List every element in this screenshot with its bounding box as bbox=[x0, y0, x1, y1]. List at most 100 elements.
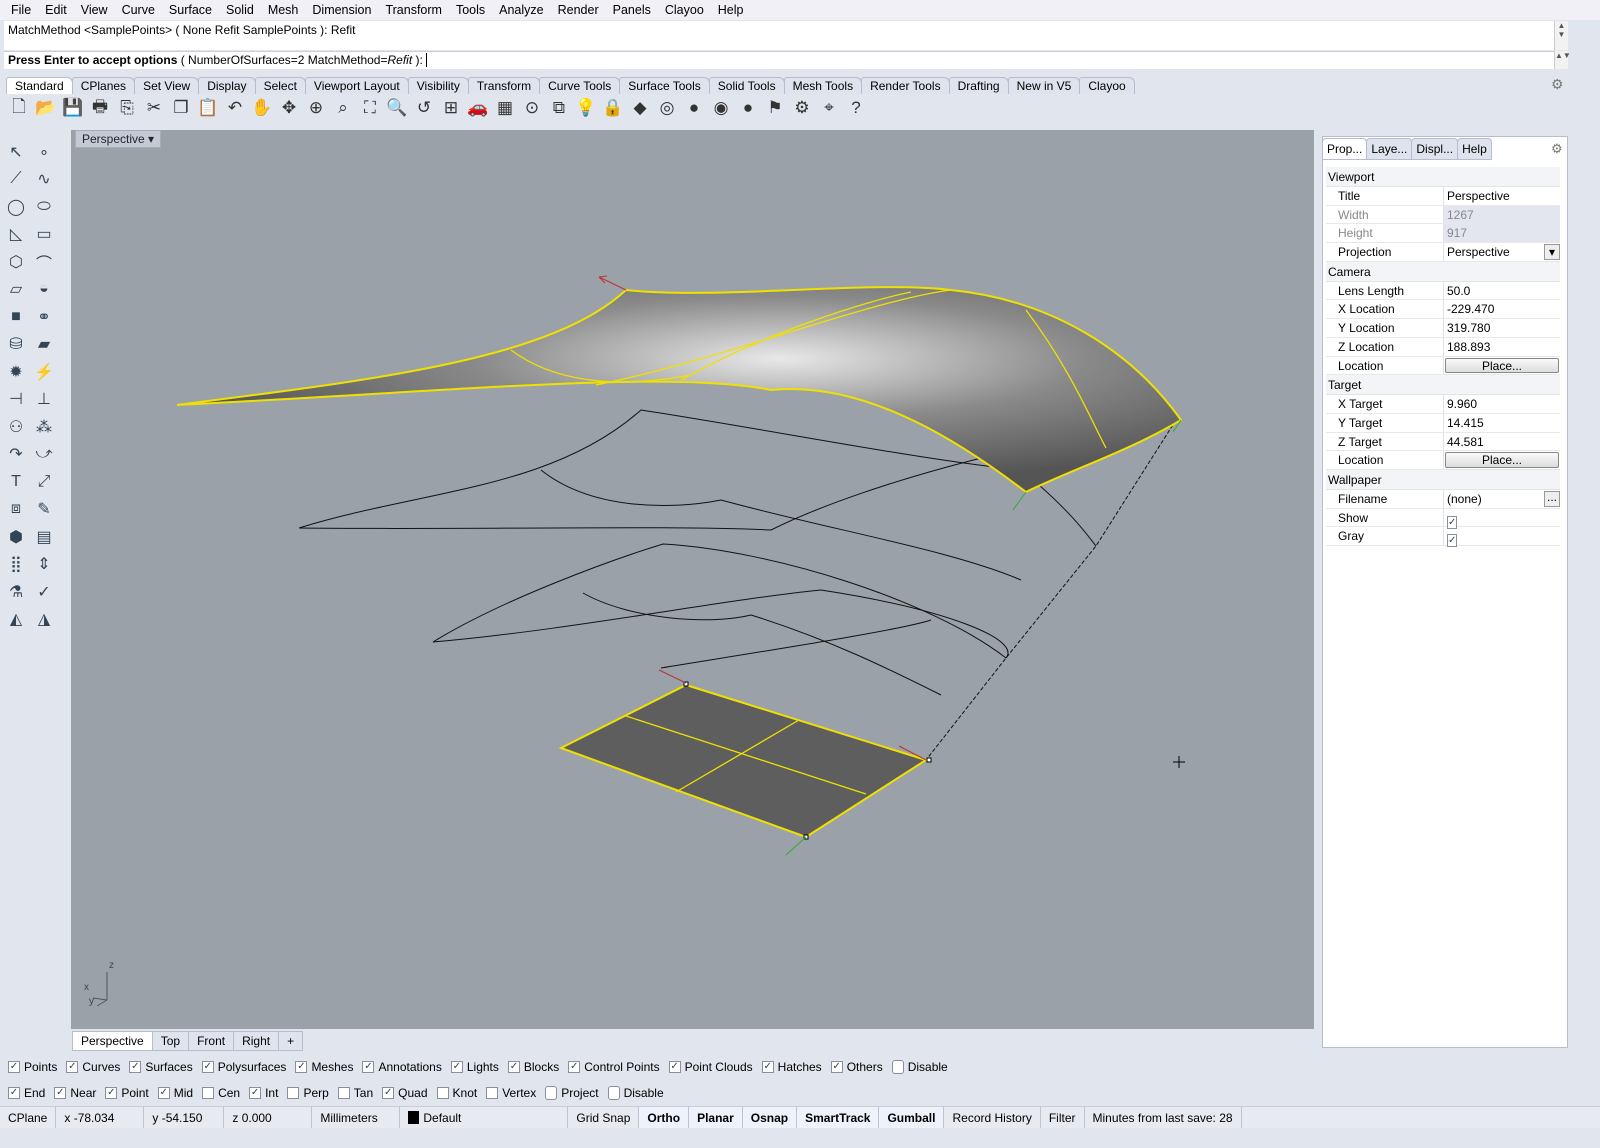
property-value[interactable]: 50.0 bbox=[1444, 282, 1560, 300]
filters-disable[interactable]: Disable bbox=[891, 1060, 948, 1074]
menu-analyze[interactable]: Analyze bbox=[492, 3, 550, 17]
osnaps-project[interactable]: Project bbox=[545, 1086, 599, 1100]
checkbox[interactable] bbox=[202, 1087, 215, 1099]
perspective-viewport[interactable]: z x y Perspective ▾ bbox=[71, 130, 1314, 1029]
checkbox[interactable]: ✓ bbox=[8, 1061, 20, 1073]
tab-select[interactable]: Select bbox=[254, 77, 306, 94]
value-text[interactable]: Perspective bbox=[1447, 245, 1510, 259]
checkbox[interactable]: ✓ bbox=[362, 1061, 375, 1073]
filters-hatches[interactable]: ✓ Hatches bbox=[761, 1060, 822, 1074]
value-text[interactable]: Perspective bbox=[1447, 189, 1510, 203]
filters-points[interactable]: ✓ Points bbox=[8, 1060, 57, 1074]
toggle-grid-snap[interactable]: Grid Snap bbox=[568, 1107, 640, 1128]
osnaps-vertex[interactable]: Vertex bbox=[486, 1086, 536, 1100]
property-value[interactable]: 9.960 bbox=[1444, 395, 1560, 413]
render-icon[interactable]: ◭ bbox=[2, 606, 30, 633]
render-sphere-icon[interactable]: ● bbox=[735, 95, 761, 121]
osnaps-point[interactable]: ✓ Point bbox=[105, 1086, 149, 1100]
filters-point-clouds[interactable]: ✓ Point Clouds bbox=[668, 1060, 753, 1074]
car-icon[interactable]: 🚗 bbox=[465, 95, 491, 121]
hatch-icon[interactable]: ▤ bbox=[30, 523, 58, 550]
command-prompt[interactable]: Press Enter to accept options ( NumberOf… bbox=[4, 51, 1554, 69]
undo-view-icon[interactable]: ↺ bbox=[411, 95, 437, 121]
checkbox[interactable] bbox=[486, 1087, 499, 1099]
mesh-icon[interactable]: ⬢ bbox=[2, 523, 30, 550]
tab-standard[interactable]: Standard bbox=[6, 77, 73, 94]
panel-tab-0[interactable]: Prop... bbox=[1322, 138, 1368, 160]
property-value[interactable]: 188.893 bbox=[1444, 338, 1560, 356]
property-value[interactable]: ✓ bbox=[1444, 509, 1560, 529]
checkbox[interactable]: ✓ bbox=[830, 1061, 843, 1073]
scale-icon[interactable]: ⤢ bbox=[30, 468, 58, 495]
checkbox[interactable]: ✓ bbox=[761, 1061, 774, 1073]
fillet-icon[interactable]: ⌒ bbox=[30, 248, 58, 275]
chevron-down-icon[interactable]: ▾ bbox=[1544, 244, 1560, 261]
property-value[interactable]: Place... bbox=[1444, 357, 1560, 375]
osnaps-int[interactable]: ✓ Int bbox=[249, 1086, 278, 1100]
gear-icon[interactable]: ⚙ bbox=[1551, 76, 1564, 93]
menu-mesh[interactable]: Mesh bbox=[261, 3, 306, 17]
menu-dimension[interactable]: Dimension bbox=[305, 3, 378, 17]
filters-annotations[interactable]: ✓ Annotations bbox=[362, 1060, 442, 1074]
checkbox[interactable] bbox=[891, 1060, 904, 1074]
checkbox[interactable]: ✓ bbox=[201, 1061, 214, 1073]
value-text[interactable]: 319.780 bbox=[1447, 321, 1490, 335]
panel-tab-1[interactable]: Laye... bbox=[1366, 138, 1413, 160]
toggle-record-history[interactable]: Record History bbox=[944, 1107, 1041, 1128]
cut-icon[interactable]: ✂ bbox=[141, 95, 167, 121]
offset-icon[interactable]: ↷ bbox=[2, 441, 30, 468]
dimension-icon[interactable]: ⌖ bbox=[816, 95, 842, 121]
panel-tab-2[interactable]: Displ... bbox=[1411, 138, 1459, 160]
menu-curve[interactable]: Curve bbox=[115, 3, 162, 17]
tab-cplanes[interactable]: CPlanes bbox=[71, 77, 136, 94]
value-text[interactable]: 50.0 bbox=[1447, 284, 1470, 298]
property-value[interactable]: 319.780 bbox=[1444, 319, 1560, 337]
extend-icon[interactable]: ⊥ bbox=[30, 386, 58, 413]
rectangle-icon[interactable]: ▭ bbox=[30, 221, 58, 248]
print-icon[interactable]: 🖶 bbox=[87, 95, 113, 121]
property-value[interactable]: Place... bbox=[1444, 451, 1560, 469]
group-icon[interactable]: ⁂ bbox=[30, 413, 58, 440]
panel-gear-icon[interactable]: ⚙ bbox=[1551, 141, 1563, 157]
shade-icon[interactable]: ● bbox=[681, 95, 707, 121]
value-text[interactable]: 188.893 bbox=[1447, 340, 1490, 354]
osnaps-tan[interactable]: Tan bbox=[337, 1086, 373, 1100]
checkbox[interactable]: ✓ bbox=[54, 1087, 67, 1099]
point-icon[interactable]: ∘ bbox=[30, 138, 58, 165]
property-value[interactable]: 44.581 bbox=[1444, 433, 1560, 451]
align-icon[interactable]: ⇕ bbox=[30, 551, 58, 578]
property-value[interactable]: Perspective ▾ bbox=[1444, 243, 1560, 261]
viewport-title[interactable]: Perspective ▾ bbox=[75, 130, 162, 148]
lock-icon[interactable]: 🔒 bbox=[600, 95, 626, 121]
osnaps-mid[interactable]: ✓ Mid bbox=[157, 1086, 193, 1100]
checkbox[interactable]: ✓ bbox=[1447, 534, 1458, 548]
rotate-view-icon[interactable]: ✥ bbox=[276, 95, 302, 121]
rendered-icon[interactable]: ◉ bbox=[708, 95, 734, 121]
panel-tab-3[interactable]: Help bbox=[1457, 138, 1492, 160]
filters-blocks[interactable]: ✓ Blocks bbox=[507, 1060, 559, 1074]
surface-icon[interactable]: ▱ bbox=[2, 276, 30, 303]
select-arrow-icon[interactable]: ↖ bbox=[2, 138, 30, 165]
point-icon[interactable]: ⊙ bbox=[519, 95, 545, 121]
color-wheel-icon[interactable]: ◎ bbox=[654, 95, 680, 121]
checkbox[interactable]: ✓ bbox=[129, 1061, 142, 1073]
place-button[interactable]: Place... bbox=[1445, 357, 1559, 374]
view-tab-right[interactable]: Right bbox=[233, 1031, 280, 1051]
checkbox[interactable] bbox=[545, 1086, 558, 1100]
property-value[interactable]: ✓ bbox=[1444, 527, 1560, 548]
checkbox[interactable]: ✓ bbox=[66, 1061, 79, 1073]
history-scrollbar[interactable]: ▲ ▼ bbox=[1554, 21, 1568, 50]
blend-icon[interactable]: ⤻ bbox=[30, 441, 58, 468]
tab-solid-tools[interactable]: Solid Tools bbox=[708, 77, 785, 94]
osnaps-near[interactable]: ✓ Near bbox=[54, 1086, 96, 1100]
checkbox[interactable] bbox=[436, 1087, 449, 1099]
boolean-union-icon[interactable]: ⚇ bbox=[2, 413, 30, 440]
checkbox[interactable] bbox=[337, 1087, 350, 1099]
place-button[interactable]: Place... bbox=[1445, 452, 1559, 468]
light-icon[interactable]: 💡 bbox=[573, 95, 599, 121]
checkbox[interactable]: ✓ bbox=[507, 1061, 520, 1073]
boolean-icon[interactable]: ⚭ bbox=[30, 303, 58, 330]
open-icon[interactable]: 📂 bbox=[33, 95, 59, 121]
circle-icon[interactable]: ◯ bbox=[2, 193, 30, 220]
chevron-down-icon[interactable]: ▾ bbox=[148, 132, 154, 146]
